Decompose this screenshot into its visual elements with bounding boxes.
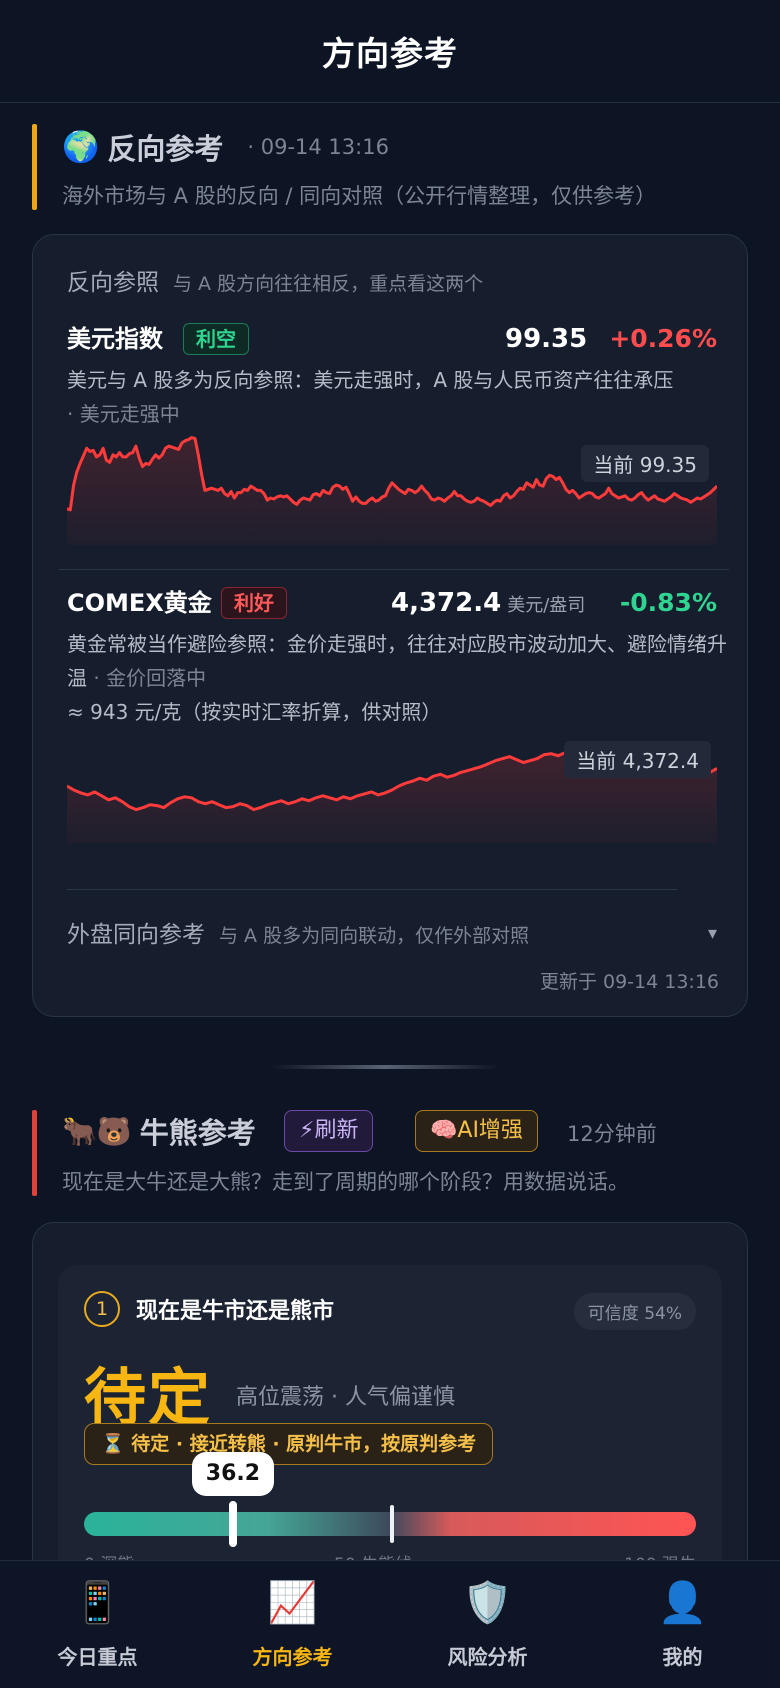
shield-icon: 🛡️ bbox=[462, 1580, 513, 1626]
nav-item-me[interactable]: 👤 我的 bbox=[585, 1561, 780, 1688]
section-title: 牛熊参考 bbox=[139, 1116, 256, 1150]
nav-item-risk[interactable]: 🛡️ 风险分析 bbox=[390, 1561, 585, 1688]
reverse-label-row: 反向参照 与 A 股方向往往相反，重点看这两个 bbox=[67, 263, 483, 297]
impact-tag: 利好 bbox=[221, 587, 287, 619]
ai-enhance-button[interactable]: 🧠AI增强 bbox=[415, 1110, 538, 1152]
asset-name: COMEX黄金 bbox=[67, 589, 212, 617]
section-accent-bar bbox=[32, 1110, 37, 1196]
asset-change: -0.83% bbox=[619, 588, 717, 617]
price-unit: 美元/盎司 bbox=[507, 595, 586, 616]
asset-desc-text: 美元与 A 股多为反向参照：美元走强时，A 股与人民币资产往往承压 bbox=[67, 368, 674, 392]
section-accent-bar bbox=[32, 124, 37, 210]
nav-item-today[interactable]: 📱 今日重点 bbox=[0, 1561, 195, 1688]
section-time: · 09-14 13:16 bbox=[247, 135, 389, 159]
section-reverse-header: 🌍 反向参考 · 09-14 13:16 海外市场与 A 股的反向 / 同向对照… bbox=[32, 124, 748, 210]
section-subtitle: 海外市场与 A 股的反向 / 同向对照（公开行情整理，仅供参考） bbox=[62, 184, 657, 208]
user-icon: 👤 bbox=[657, 1580, 708, 1626]
asset-change: +0.26% bbox=[609, 324, 717, 353]
question-title: 现在是牛市还是熊市 bbox=[136, 1299, 335, 1324]
current-value-label: 当前 4,372.4 bbox=[564, 741, 711, 778]
question-number: 1 bbox=[84, 1291, 120, 1327]
phone-icon: 📱 bbox=[72, 1580, 123, 1626]
page-title: 方向参考 bbox=[322, 34, 458, 73]
current-value-label: 当前 99.35 bbox=[581, 445, 709, 482]
asset-row-dxy[interactable]: 美元指数 利空 99.35 +0.26% bbox=[67, 321, 717, 361]
status-chip: ⏳ 待定 · 接近转熊 · 原判牛市，按原判参考 bbox=[84, 1423, 494, 1465]
asset-status: · 美元走强中 bbox=[67, 402, 180, 426]
chevron-down-icon[interactable]: ▾ bbox=[708, 923, 717, 944]
nav-label: 方向参考 bbox=[252, 1645, 333, 1669]
bull-bear-question-card: 1 现在是牛市还是熊市 可信度 54% 待定 高位震荡 · 人气偏谨慎 ⏳ 待定… bbox=[58, 1265, 722, 1595]
asset-price: 4,372.4 美元/盎司 bbox=[391, 588, 586, 618]
divider bbox=[67, 889, 677, 890]
nav-label: 我的 bbox=[662, 1645, 703, 1669]
reverse-reference-card: 反向参照 与 A 股方向往往相反，重点看这两个 美元指数 利空 99.35 +0… bbox=[32, 234, 748, 1017]
asset-row-gold[interactable]: COMEX黄金 利好 4,372.4 美元/盎司 -0.83% bbox=[67, 585, 717, 625]
gauge-value-bubble: 36.2 bbox=[191, 1452, 274, 1496]
gold-conversion: ≈ 943 元/克（按实时汇率折算，供对照） bbox=[67, 700, 442, 724]
gauge-midline bbox=[390, 1505, 394, 1543]
nav-label: 今日重点 bbox=[57, 1645, 138, 1669]
asset-description: 美元与 A 股多为反向参照：美元走强时，A 股与人民币资产往往承压 · 美元走强… bbox=[67, 363, 727, 431]
asset-description: 黄金常被当作避险参照：金价走强时，往往对应股市波动加大、避险情绪升温 · 金价回… bbox=[67, 627, 727, 729]
section-bullbear-header: 🐂🐻 牛熊参考 ⚡刷新 🧠AI增强 12分钟前 现在是大牛还是大熊？走到了周期的… bbox=[32, 1110, 748, 1196]
gauge-marker bbox=[228, 1501, 237, 1547]
section-title: 反向参考 bbox=[107, 132, 224, 166]
globe-icon: 🌍 bbox=[62, 129, 100, 165]
bottom-nav: 📱 今日重点 📈 方向参考 🛡️ 风险分析 👤 我的 bbox=[0, 1560, 780, 1688]
refresh-time: 12分钟前 bbox=[567, 1122, 657, 1146]
dxy-chart bbox=[67, 436, 717, 545]
divider bbox=[59, 569, 729, 570]
section-subtitle: 现在是大牛还是大熊？走到了周期的哪个阶段？用数据说话。 bbox=[62, 1170, 629, 1194]
asset-name: 美元指数 bbox=[67, 325, 163, 353]
bull-bear-icon: 🐂🐻 bbox=[62, 1114, 132, 1148]
refresh-button[interactable]: ⚡刷新 bbox=[284, 1110, 374, 1152]
top-bar: 方向参考 bbox=[0, 0, 780, 103]
nav-item-direction[interactable]: 📈 方向参考 bbox=[195, 1561, 390, 1688]
updated-time: 更新于 09-14 13:16 bbox=[539, 971, 719, 993]
confidence-badge: 可信度 54% bbox=[573, 1293, 696, 1330]
reverse-label: 反向参照 bbox=[67, 270, 159, 296]
verdict-subtitle: 高位震荡 · 人气偏谨慎 bbox=[236, 1385, 455, 1410]
same-direction-toggle[interactable]: 外盘同向参考 与 A 股多为同向联动，仅作外部对照 bbox=[67, 915, 529, 949]
same-direction-note: 与 A 股多为同向联动，仅作外部对照 bbox=[219, 925, 530, 947]
nav-label: 风险分析 bbox=[447, 1645, 528, 1669]
reverse-label-note: 与 A 股方向往往相反，重点看这两个 bbox=[173, 273, 484, 295]
same-direction-label: 外盘同向参考 bbox=[67, 922, 205, 948]
section-separator bbox=[270, 1065, 500, 1069]
chart-up-icon: 📈 bbox=[267, 1580, 318, 1626]
asset-status: · 金价回落中 bbox=[93, 666, 207, 690]
impact-tag: 利空 bbox=[183, 323, 249, 355]
asset-price: 99.35 bbox=[505, 324, 588, 354]
